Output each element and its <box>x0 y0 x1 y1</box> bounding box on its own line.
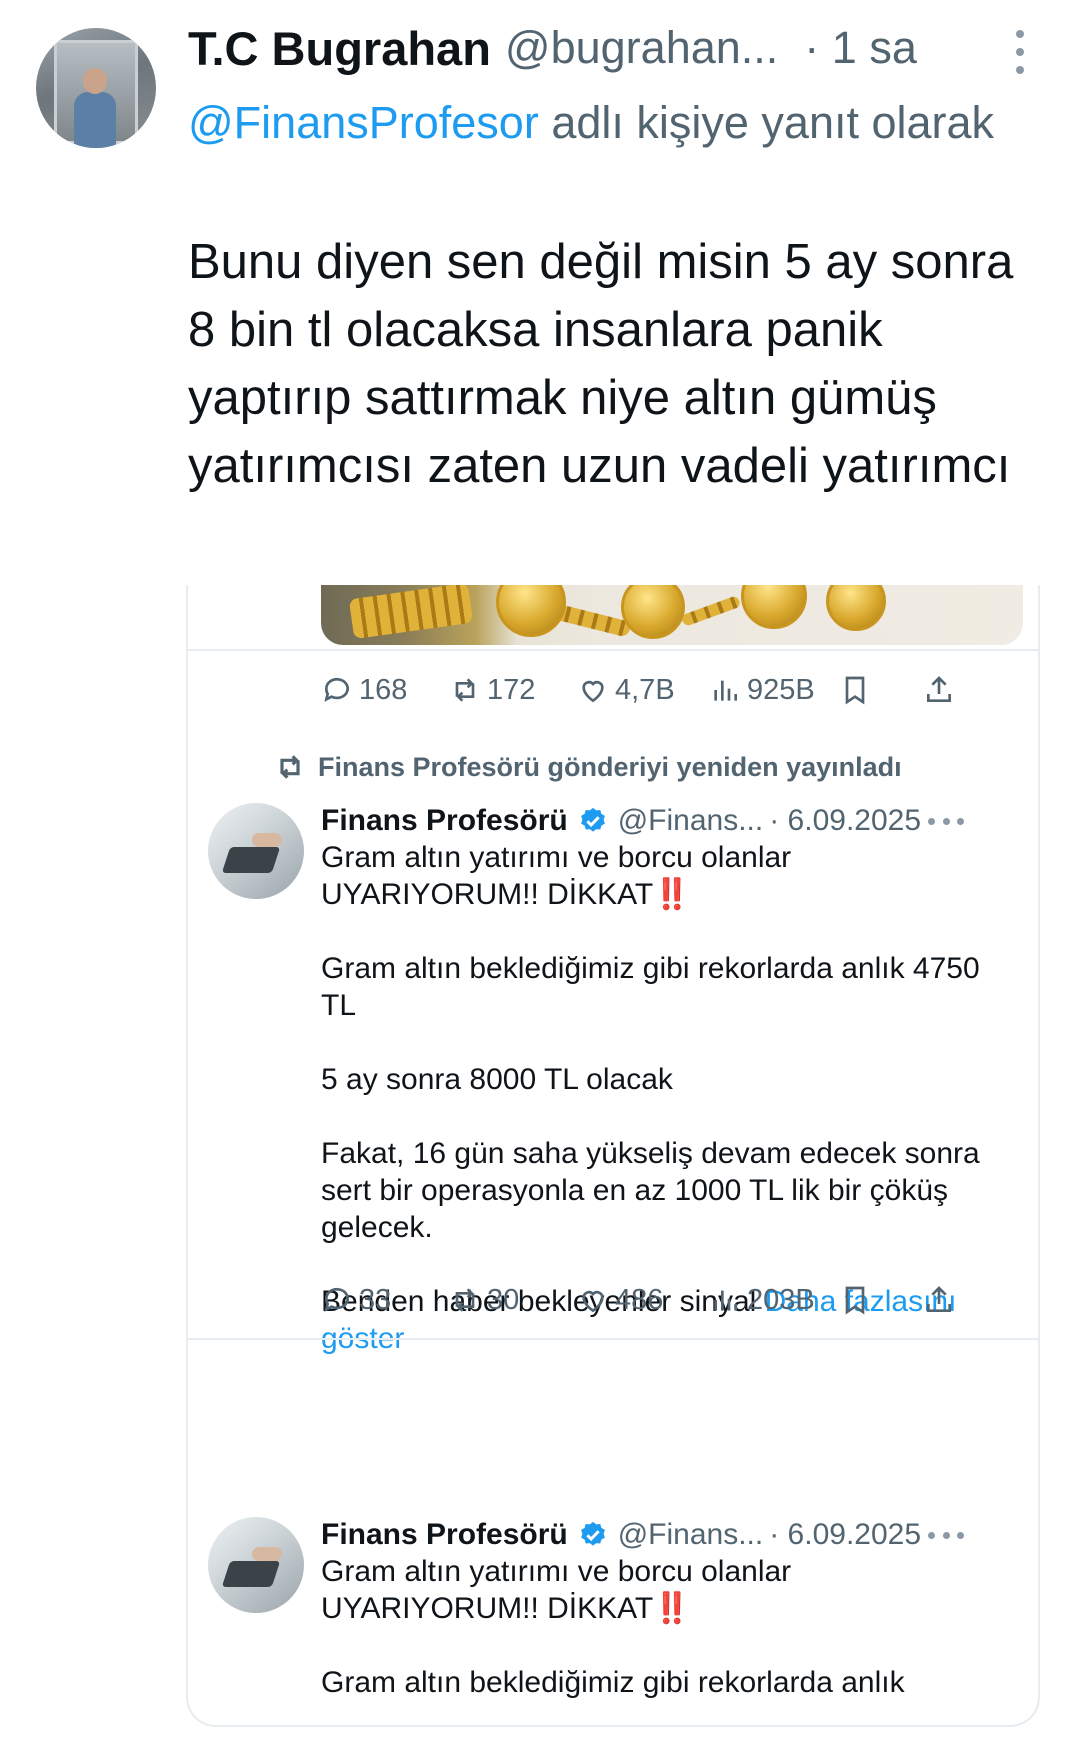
reply-button[interactable]: 168 <box>321 674 407 707</box>
like-count: 4,7B <box>615 673 675 706</box>
card-divider <box>188 649 1038 651</box>
post-paragraph-3: 5 ay sonra 8000 TL olacak <box>321 1063 673 1096</box>
share-button[interactable] <box>923 674 955 706</box>
post-author-name[interactable]: Finans Profesörü <box>321 1518 568 1552</box>
avatar-figure-body <box>74 92 116 148</box>
like-icon <box>582 680 604 703</box>
repost-notice: Finans Profesörü gönderiyi yeniden yayın… <box>274 751 902 783</box>
post-header: Finans Profesörü @Finans... · 6.09.2025 <box>321 1513 1021 1557</box>
author-name[interactable]: T.C Bugrahan <box>188 21 491 76</box>
action-bar-post: 33 30 486 203B <box>321 1275 1023 1325</box>
post-author-name[interactable]: Finans Profesörü <box>321 804 568 838</box>
reply-mention-link[interactable]: @FinansProfesor <box>188 97 539 148</box>
post-line-1: Gram altın yatırımı ve borcu olanlar <box>321 1555 792 1588</box>
like-button[interactable]: 486 <box>577 1284 663 1317</box>
reply-count: 168 <box>359 673 408 706</box>
repost-icon <box>455 1288 475 1312</box>
more-icon[interactable] <box>928 815 964 827</box>
post-line-1: Gram altın yatırımı ve borcu olanlar <box>321 841 792 874</box>
reply-context: @FinansProfesor adlı kişiye yanıt olarak <box>188 88 1018 158</box>
more-icon[interactable] <box>928 1529 964 1541</box>
post-paragraph-2: Gram altın beklediğimiz gibi rekorlarda … <box>321 952 980 1022</box>
repost-count: 30 <box>487 1283 520 1316</box>
author-handle[interactable]: @bugrahan... <box>505 22 778 74</box>
tweet-time[interactable]: · 1 sa <box>804 22 917 74</box>
tweet-header: T.C Bugrahan @bugrahan... · 1 sa <box>188 18 1028 78</box>
post-line-2: UYARIYORUM!! DİKKAT‼️ <box>321 878 691 911</box>
finans-profesoru-avatar[interactable] <box>208 803 304 899</box>
views-button[interactable]: 925B <box>709 674 815 707</box>
views-button[interactable]: 203B <box>709 1284 815 1317</box>
share-icon <box>927 676 951 702</box>
post-body: Gram altın yatırımı ve borcu olanlar UYA… <box>321 1553 1021 1701</box>
post-date[interactable]: · 6.09.2025 <box>769 1518 921 1552</box>
post-date[interactable]: · 6.09.2025 <box>769 804 921 838</box>
like-button[interactable]: 4,7B <box>577 674 675 707</box>
laptop-graphic <box>221 1561 281 1587</box>
views-icon <box>714 680 737 701</box>
share-icon <box>927 1286 951 1312</box>
card-divider <box>188 1338 1038 1340</box>
post-paragraph-2: Gram altın beklediğimiz gibi rekorlarda … <box>321 1666 905 1699</box>
action-bar-first-post: 168 172 4,7B 925B <box>321 665 1023 715</box>
post-line-2: UYARIYORUM!! DİKKAT‼️ <box>321 1592 691 1625</box>
repost-button[interactable]: 172 <box>449 674 535 707</box>
reply-button[interactable]: 33 <box>321 1284 391 1317</box>
reply-icon <box>324 677 349 702</box>
embedded-thread-card[interactable]: 168 172 4,7B 925B Finans Profesörü gönde… <box>186 585 1040 1727</box>
like-count: 486 <box>615 1283 664 1316</box>
repost-notice-text: Finans Profesörü gönderiyi yeniden yayın… <box>318 751 902 782</box>
share-button[interactable] <box>923 1284 955 1316</box>
repost-icon <box>455 678 475 702</box>
views-count: 203B <box>747 1283 815 1316</box>
post-author-handle[interactable]: @Finans... <box>618 1518 764 1552</box>
reply-context-text: adlı kişiye yanıt olarak <box>538 97 995 148</box>
gold-coins-image[interactable] <box>321 585 1023 645</box>
verified-badge-icon <box>580 807 605 832</box>
double-exclamation-emoji: ‼️ <box>653 1592 690 1625</box>
tweet-body: Bunu diyen sen değil misin 5 ay sonra 8 … <box>188 235 1014 493</box>
like-icon <box>582 1290 604 1313</box>
finans-profesoru-avatar[interactable] <box>208 1517 304 1613</box>
repost-button[interactable]: 30 <box>449 1284 519 1317</box>
bookmark-icon <box>845 1286 865 1315</box>
repost-icon <box>280 755 300 779</box>
laptop-graphic <box>221 847 281 873</box>
views-icon <box>714 1290 737 1311</box>
post-header: Finans Profesörü @Finans... · 6.09.2025 <box>321 799 1021 843</box>
post-paragraph-4: Fakat, 16 gün saha yükseliş devam edecek… <box>321 1137 980 1244</box>
more-options-icon[interactable] <box>1012 30 1028 74</box>
reply-icon <box>324 1287 349 1312</box>
double-exclamation-emoji: ‼️ <box>653 878 690 911</box>
repost-count: 172 <box>487 673 536 706</box>
bookmark-button[interactable] <box>839 1284 871 1316</box>
avatar-figure-head <box>83 68 107 94</box>
author-avatar[interactable] <box>36 28 156 148</box>
bookmark-icon <box>845 676 865 705</box>
bookmark-button[interactable] <box>839 674 871 706</box>
views-count: 925B <box>747 673 815 706</box>
post-author-handle[interactable]: @Finans... <box>618 804 764 838</box>
reply-count: 33 <box>359 1283 392 1316</box>
verified-badge-icon <box>580 1521 605 1546</box>
